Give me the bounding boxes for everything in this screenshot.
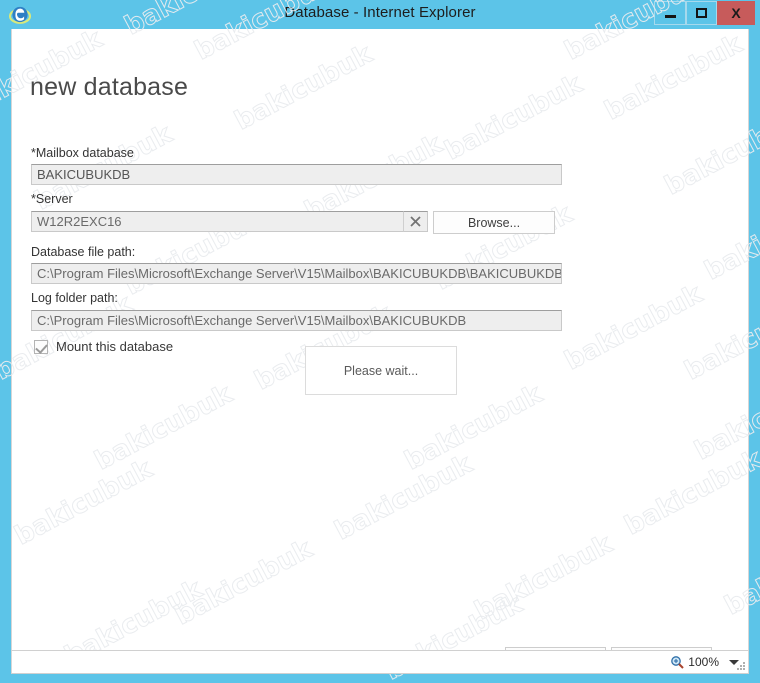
browse-button[interactable]: Browse... — [433, 211, 555, 234]
log-folder-path-input[interactable] — [31, 310, 562, 331]
status-bar: 100% — [11, 650, 749, 674]
server-label: *Server — [31, 192, 73, 206]
server-input[interactable] — [31, 211, 403, 232]
close-icon — [410, 216, 421, 227]
form-action-bar: Save Cancel — [12, 637, 748, 650]
mailbox-database-input[interactable] — [31, 164, 562, 185]
minimize-button[interactable] — [654, 1, 686, 25]
magnifier-zoom-icon — [670, 655, 685, 669]
checkmark-icon[interactable] — [34, 339, 48, 354]
close-button[interactable]: X — [717, 1, 755, 25]
log-folder-path-label: Log folder path: — [31, 291, 118, 305]
internet-explorer-window: Database - Internet Explorer X new datab… — [0, 0, 760, 683]
mount-database-checkbox-row[interactable]: Mount this database — [34, 339, 173, 354]
maximize-icon — [696, 8, 707, 18]
server-field-group — [31, 211, 428, 234]
mount-database-label: Mount this database — [56, 339, 174, 354]
maximize-button[interactable] — [686, 1, 717, 25]
window-titlebar: Database - Internet Explorer X — [0, 0, 760, 29]
window-title: Database - Internet Explorer — [284, 4, 476, 21]
please-wait-dialog: Please wait... — [305, 346, 457, 395]
page-title: new database — [30, 72, 189, 101]
database-file-path-label: Database file path: — [31, 245, 136, 259]
minimize-icon — [664, 14, 676, 18]
please-wait-text: Please wait... — [343, 363, 419, 378]
zoom-control[interactable]: 100% — [670, 655, 741, 669]
clear-server-button[interactable] — [403, 211, 428, 232]
new-database-form: new database *Mailbox database *Server B… — [12, 29, 748, 650]
resize-grip-icon[interactable] — [736, 661, 746, 671]
page-content: new database *Mailbox database *Server B… — [11, 29, 749, 650]
zoom-level-text: 100% — [688, 655, 719, 669]
mailbox-database-label: *Mailbox database — [31, 146, 134, 160]
database-file-path-input[interactable] — [31, 263, 562, 284]
